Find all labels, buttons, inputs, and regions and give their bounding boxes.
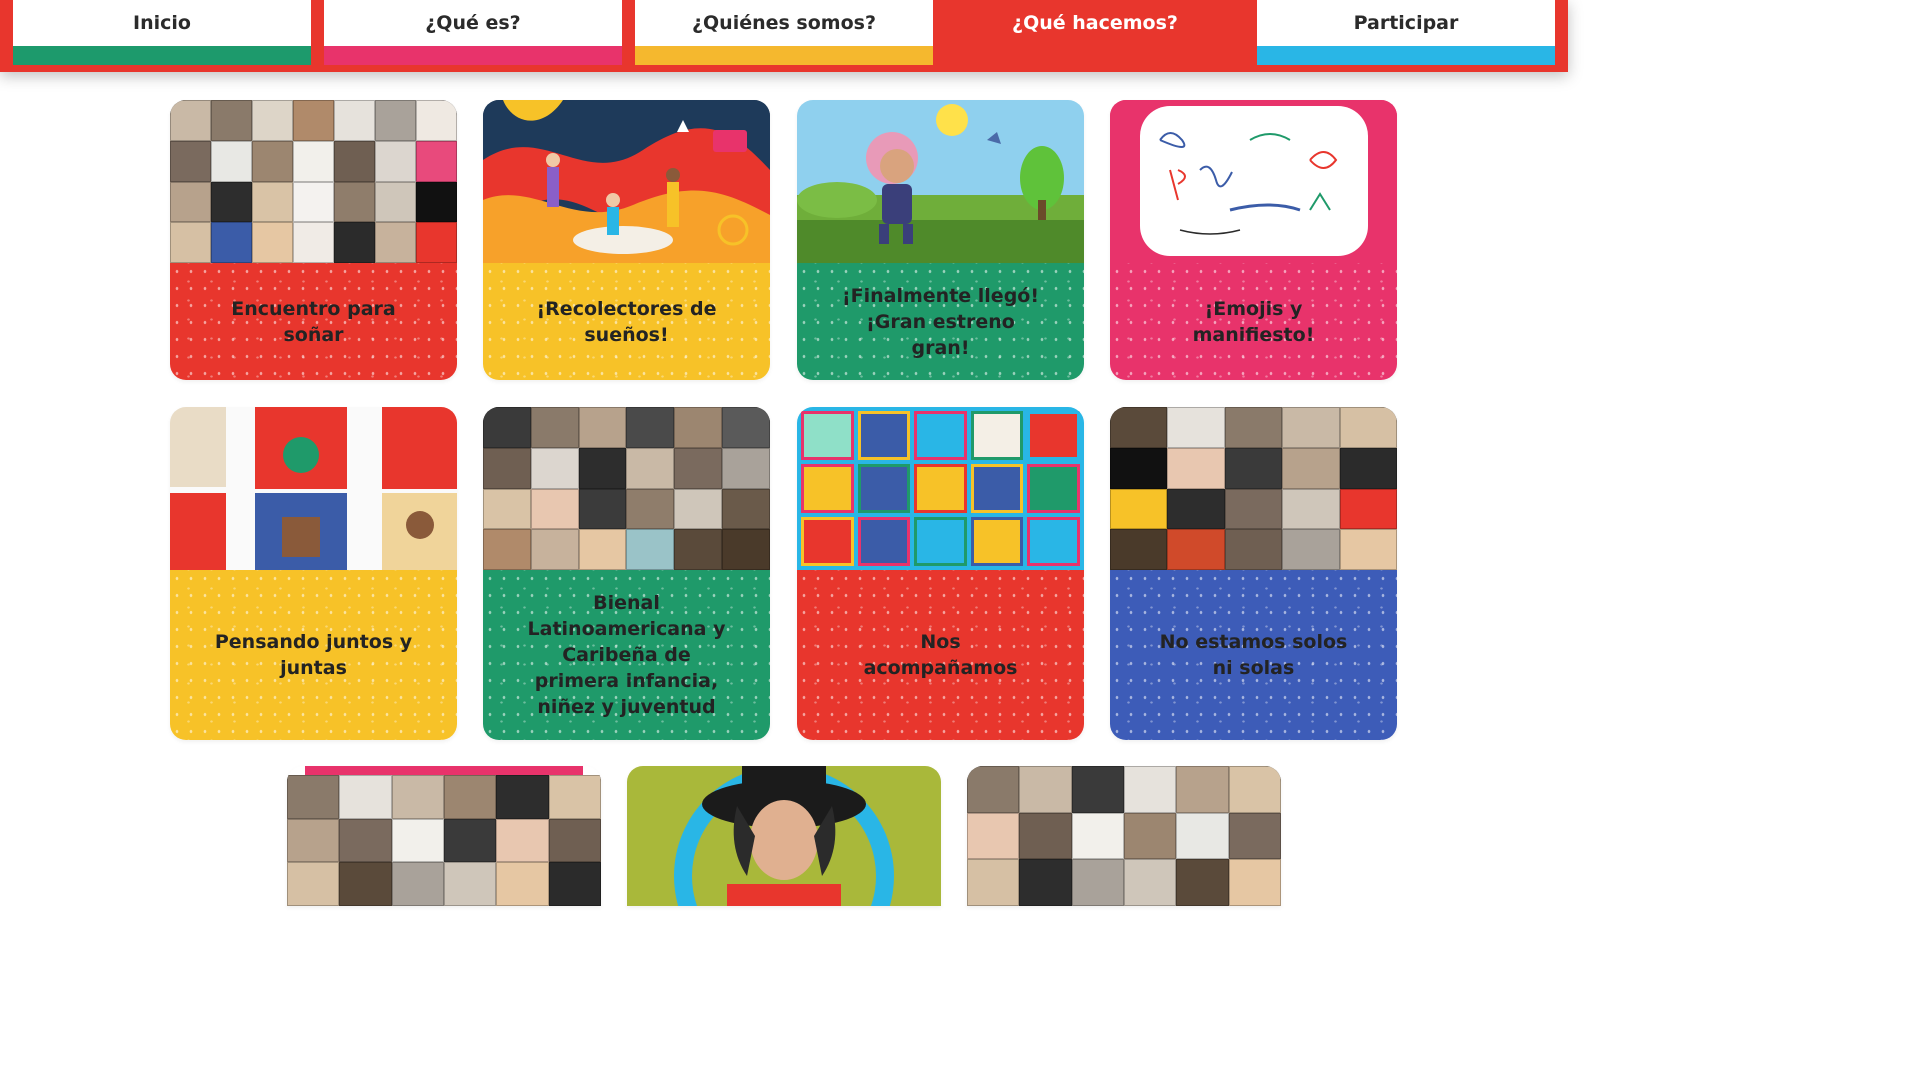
nav-item-inicio[interactable]: Inicio: [13, 0, 311, 65]
card-title-panel: ¡Finalmente llegó! ¡Gran estreno gran!: [797, 263, 1084, 380]
video-call-grid-image: [967, 766, 1281, 906]
animated-girl-image: [797, 100, 1084, 263]
card-title-panel: No estamos solos ni solas: [1110, 570, 1397, 740]
card-title-panel: Nos acompañamos: [797, 570, 1084, 740]
nav-item-quienes-somos[interactable]: ¿Quiénes somos?: [635, 0, 933, 65]
video-call-grid-image: [483, 407, 770, 570]
nav-color-bar: [635, 46, 933, 65]
nav-label: ¿Qué es?: [425, 12, 521, 34]
card-nos-acompanamos[interactable]: Nos acompañamos: [797, 407, 1084, 740]
main-navbar: Inicio ¿Qué es? ¿Quiénes somos? ¿Qué hac…: [0, 0, 1568, 72]
nav-item-participar[interactable]: Participar: [1257, 0, 1555, 65]
card-title: ¡Finalmente llegó! ¡Gran estreno gran!: [841, 284, 1040, 359]
card-title-panel: Pensando juntos y juntas: [170, 570, 457, 740]
card-row3-performer[interactable]: [627, 766, 941, 906]
card-bienal-latinoamericana[interactable]: Bienal Latinoamericana y Caribeña de pri…: [483, 407, 770, 740]
card-title: Bienal Latinoamericana y Caribeña de pri…: [527, 592, 726, 718]
nav-color-bar: [946, 46, 1244, 65]
card-row3-video-call[interactable]: [287, 766, 601, 906]
nav-item-que-hacemos[interactable]: ¿Qué hacemos?: [946, 0, 1244, 65]
video-call-grid-image: [287, 766, 601, 906]
card-title: Nos acompañamos: [863, 631, 1018, 679]
emoji-drawings-image: [797, 407, 1084, 570]
card-recolectores-de-suenos[interactable]: ¡Recolectores de sueños!: [483, 100, 770, 380]
nav-color-bar: [324, 46, 622, 65]
card-title: Pensando juntos y juntas: [214, 631, 413, 679]
nav-color-bar: [1257, 46, 1555, 65]
nav-label: Inicio: [133, 12, 191, 34]
illustration-image: [483, 100, 770, 263]
card-title-panel: ¡Emojis y manifiesto!: [1110, 263, 1397, 380]
card-row3-video-call-2[interactable]: [967, 766, 1281, 906]
card-title-panel: Encuentro para soñar: [170, 263, 457, 380]
card-title: ¡Recolectores de sueños!: [536, 297, 717, 346]
card-finalmente-llego[interactable]: ¡Finalmente llegó! ¡Gran estreno gran!: [797, 100, 1084, 380]
nav-label: Participar: [1353, 12, 1459, 34]
whiteboard-names-image: [1110, 100, 1397, 263]
nav-item-que-es[interactable]: ¿Qué es?: [324, 0, 622, 65]
video-call-grid-image: [170, 100, 457, 263]
video-call-grid-image: [1110, 407, 1397, 570]
nav-label: ¿Qué hacemos?: [1012, 12, 1178, 34]
card-encuentro-para-sonar[interactable]: Encuentro para soñar: [170, 100, 457, 380]
card-pensando-juntos-y-juntas[interactable]: Pensando juntos y juntas: [170, 407, 457, 740]
card-title-panel: ¡Recolectores de sueños!: [483, 263, 770, 380]
card-no-estamos-solos[interactable]: No estamos solos ni solas: [1110, 407, 1397, 740]
card-title: No estamos solos ni solas: [1159, 631, 1348, 679]
card-emojis-y-manifiesto[interactable]: ¡Emojis y manifiesto!: [1110, 100, 1397, 380]
card-title: ¡Emojis y manifiesto!: [1192, 297, 1315, 346]
collage-posters-image: [170, 407, 457, 570]
nav-color-bar: [13, 46, 311, 65]
nav-label: ¿Quiénes somos?: [692, 12, 876, 34]
card-title: Encuentro para soñar: [231, 297, 396, 346]
card-title-panel: Bienal Latinoamericana y Caribeña de pri…: [483, 570, 770, 740]
performer-image: [627, 766, 941, 906]
